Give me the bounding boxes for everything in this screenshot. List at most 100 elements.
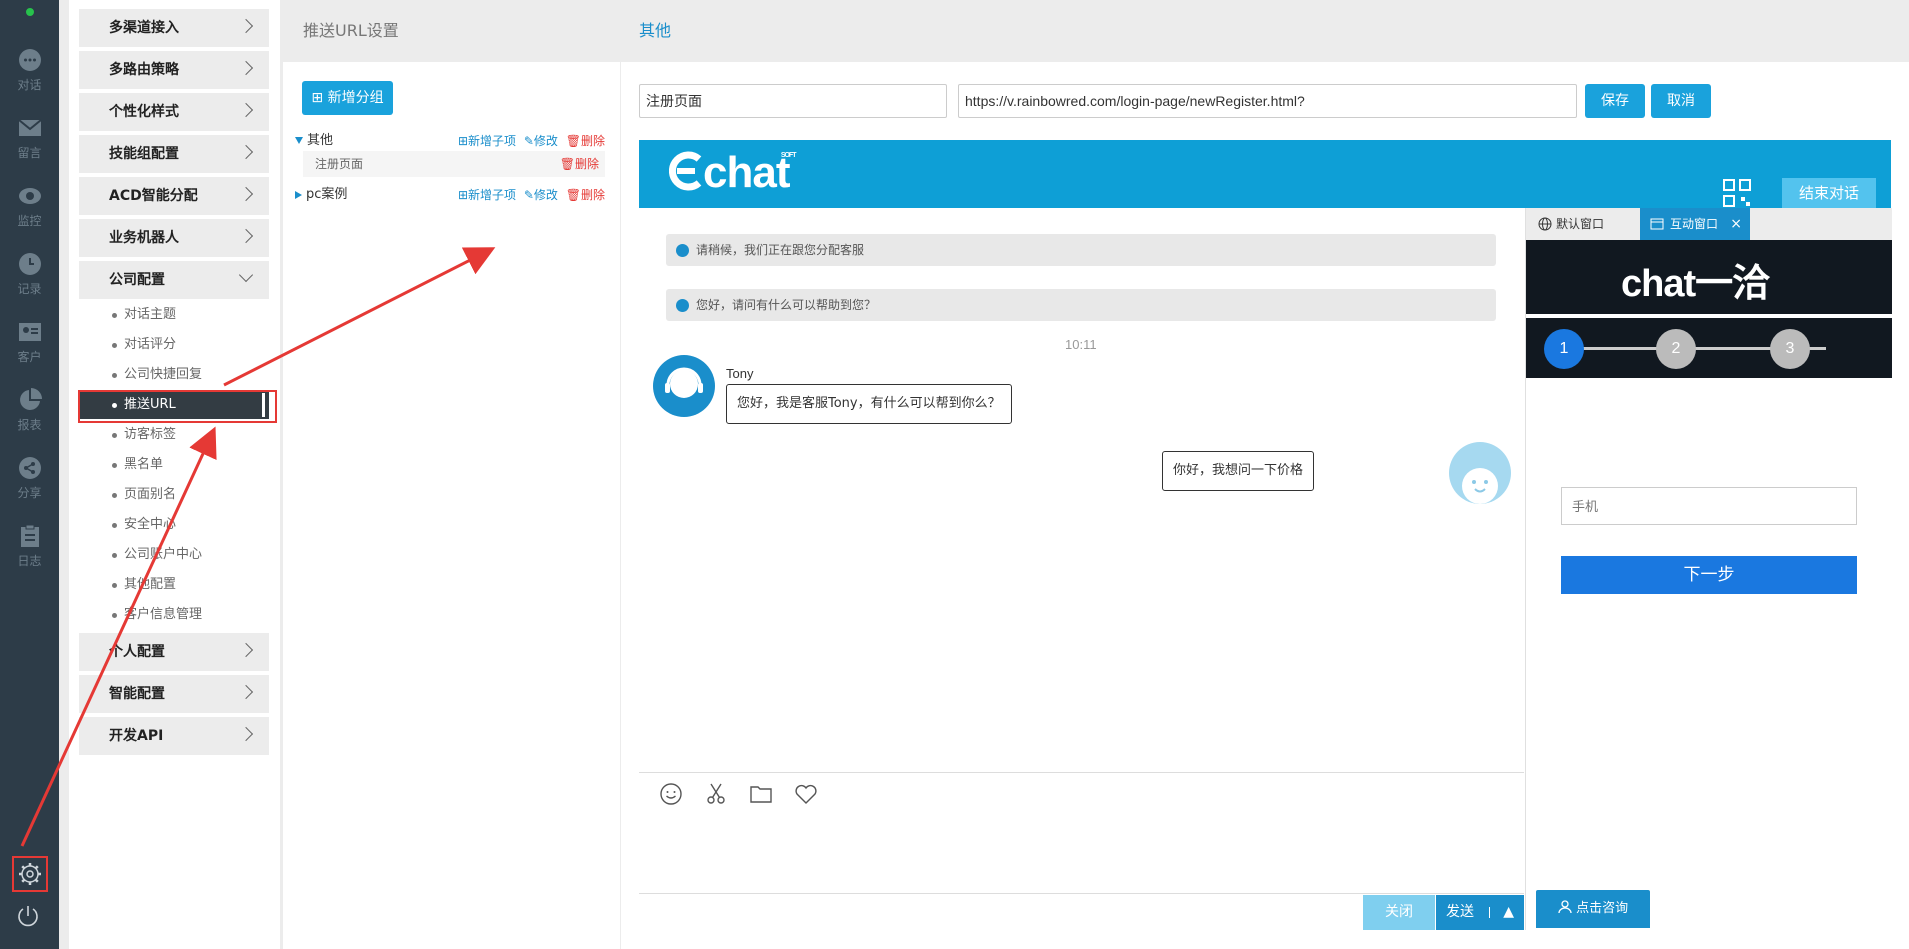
menu-section-smart[interactable]: 智能配置 [79,675,269,713]
rail-item-chat[interactable]: 对话 [0,40,59,100]
interactive-panel: 默认窗口 互动窗口 × chat一洽 1 2 3 下一步 [1525,208,1892,930]
menu-section-multichannel[interactable]: 多渠道接入 [79,9,269,47]
add-child-link[interactable]: ⊞新增子项 [458,188,516,202]
toolbar-divider [639,772,1524,773]
menu-item-rating[interactable]: 对话评分 [79,331,269,359]
end-chat-button[interactable]: 结束对话 [1782,178,1876,208]
rail-item-records[interactable]: 记录 [0,244,59,304]
share-icon [18,457,41,479]
rail-item-reports[interactable]: 报表 [0,380,59,440]
globe-icon [1538,217,1552,231]
menu-section-company[interactable]: 公司配置 [79,261,269,299]
edit-link[interactable]: ✎修改 [524,134,558,148]
send-button[interactable]: 发送 ▲ [1436,895,1524,930]
system-message: 您好，请问有什么可以帮助到您？ [666,289,1496,321]
menu-item-page-alias[interactable]: 页面别名 [79,481,269,509]
settings-button[interactable] [12,856,48,892]
menu-item-topic[interactable]: 对话主题 [79,301,269,329]
rail-item-customers[interactable]: 客户 [0,312,59,372]
url-input[interactable] [958,84,1577,118]
emoji-icon[interactable] [659,782,683,806]
menu-section-routing[interactable]: 多路由策略 [79,51,269,89]
contact-card-icon [18,323,41,341]
heart-icon[interactable] [794,782,818,806]
next-step-button[interactable]: 下一步 [1561,556,1857,594]
delete-link[interactable]: 🗑删除 [560,151,599,177]
menu-section-style[interactable]: 个性化样式 [79,93,269,131]
step-3: 3 [1770,329,1810,369]
plus-square-icon: ⊞ [311,90,324,106]
rail-item-share[interactable]: 分享 [0,448,59,508]
menu-item-customer-info[interactable]: 客户信息管理 [79,601,269,629]
agent-avatar [653,355,715,417]
delete-link[interactable]: 🗑删除 [566,134,605,148]
visitor-avatar [1449,442,1511,504]
close-tab-icon[interactable]: × [1730,208,1742,240]
menu-section-api[interactable]: 开发API [79,717,269,755]
side-tabs: 默认窗口 互动窗口 × [1526,208,1892,240]
echat-logo: chat SOFT [668,148,796,198]
agent-message: 您好，我是客服Tony，有什么可以帮到你么？ [726,384,1012,424]
menu-item-security[interactable]: 安全中心 [79,511,269,539]
rail-label: 监控 [17,214,42,228]
speaker-icon [676,299,689,312]
chevron-right-icon [238,18,254,34]
chevron-right-icon [238,60,254,76]
rail-label: 日志 [17,554,42,568]
phone-input[interactable] [1561,487,1857,525]
step-2: 2 [1656,329,1696,369]
qr-code-icon[interactable] [1722,178,1752,208]
cancel-button[interactable]: 取消 [1651,84,1711,118]
menu-item-push-url[interactable]: 推送URL [79,391,269,419]
folder-icon[interactable] [749,782,773,806]
menu-item-account[interactable]: 公司账户中心 [79,541,269,569]
tab-interactive-window[interactable]: 互动窗口 × [1640,208,1750,240]
menu-section-skill-group[interactable]: 技能组配置 [79,135,269,173]
menu-item-blacklist[interactable]: 黑名单 [79,451,269,479]
save-button[interactable]: 保存 [1585,84,1645,118]
input-divider [639,893,1524,894]
envelope-icon [17,119,42,136]
tab-default-window[interactable]: 默认窗口 [1526,208,1640,240]
menu-item-other[interactable]: 其他配置 [79,571,269,599]
smiley-avatar-icon [1462,468,1498,504]
menu-item-quick-reply[interactable]: 公司快捷回复 [79,361,269,389]
visitor-message: 你好，我想问一下价格 [1162,451,1315,491]
speaker-icon [676,244,689,257]
scissors-icon[interactable] [704,782,728,806]
agent-name: Tony [726,366,754,381]
step-indicator: 1 2 3 [1526,318,1892,378]
page-name-input[interactable] [639,84,947,118]
edit-link[interactable]: ✎修改 [524,188,558,202]
chevron-right-icon [238,726,254,742]
rail-item-logs[interactable]: 日志 [0,516,59,576]
message-time: 10:11 [1065,337,1097,352]
chevron-right-icon [238,228,254,244]
add-child-link[interactable]: ⊞新增子项 [458,134,516,148]
chat-bubble-icon [18,49,41,71]
clipboard-icon [20,524,39,547]
tree-group-pc[interactable]: pc案例 ⊞新增子项 ✎修改 🗑删除 [295,182,605,208]
rail-label: 报表 [17,418,42,432]
logout-button[interactable] [15,903,41,933]
pie-chart-icon [19,388,42,410]
echat-banner: chat一洽 [1526,240,1892,314]
caret-down-icon [295,137,303,144]
rail-item-message[interactable]: 留言 [0,108,59,168]
delete-link[interactable]: 🗑删除 [566,188,605,202]
menu-section-personal[interactable]: 个人配置 [79,633,269,671]
gear-icon [19,863,41,885]
menu-section-robot[interactable]: 业务机器人 [79,219,269,257]
logo-e-mark-icon [668,151,702,191]
tree-child-register[interactable]: 注册页面 🗑删除 [303,151,605,177]
chat-toolbar [659,782,835,810]
menu-item-visitor-tags[interactable]: 访客标签 [79,421,269,449]
close-button[interactable]: 关闭 [1363,895,1435,930]
consult-button[interactable]: 点击咨询 [1536,890,1650,928]
user-icon [1558,900,1572,914]
send-options-arrow-icon[interactable]: ▲ [1503,895,1514,930]
menu-section-acd[interactable]: ACD智能分配 [79,177,269,215]
rail-label: 记录 [17,282,42,296]
rail-item-monitor[interactable]: 监控 [0,176,59,236]
add-group-button[interactable]: ⊞ 新增分组 [302,81,393,115]
